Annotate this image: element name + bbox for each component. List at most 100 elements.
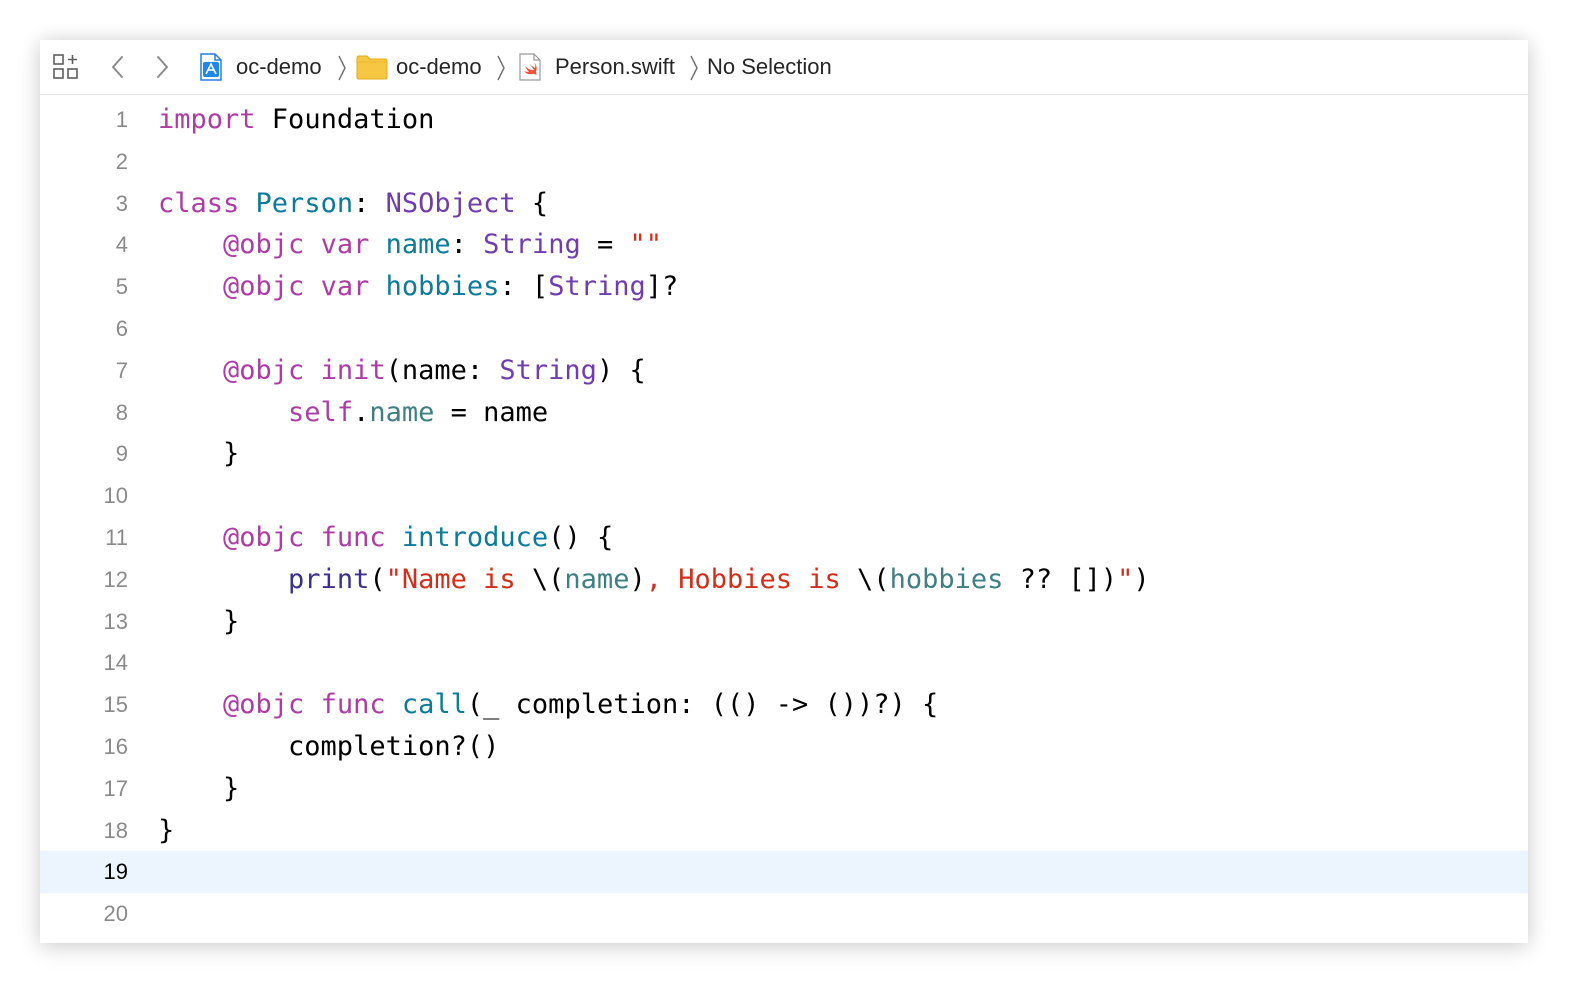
- breadcrumb-separator-icon: [495, 54, 507, 87]
- code-line[interactable]: 14: [40, 642, 1528, 684]
- code-line[interactable]: 10: [40, 475, 1528, 517]
- code-line[interactable]: 20: [40, 893, 1528, 935]
- code-line[interactable]: 15 @objc func call(_ completion: (() -> …: [40, 684, 1528, 726]
- code-text: }: [158, 601, 239, 643]
- code-token: (: [369, 563, 386, 595]
- breadcrumb-symbol[interactable]: No Selection: [707, 40, 832, 94]
- code-token: \(: [857, 563, 890, 595]
- code-token: }: [158, 605, 240, 637]
- code-token: call: [401, 689, 467, 721]
- code-token: (_ completion: (() -> ())?) {: [466, 689, 939, 721]
- code-token: ]?: [645, 271, 679, 303]
- code-token: name: [369, 396, 435, 428]
- code-token: init: [320, 354, 386, 386]
- code-token: =: [580, 229, 630, 261]
- code-text: @objc func call(_ completion: (() -> ())…: [158, 684, 938, 726]
- line-number: 6: [115, 316, 128, 341]
- jump-bar: oc-demo oc-demo Person.swift No Selectio…: [40, 40, 1528, 95]
- code-token: ): [629, 563, 646, 595]
- code-token: String: [499, 354, 597, 386]
- line-number: 3: [115, 190, 128, 216]
- code-line[interactable]: 1 import Foundation: [40, 99, 1528, 141]
- code-token: .: [353, 396, 370, 428]
- code-token: func: [320, 689, 386, 721]
- code-token: :: [450, 229, 484, 261]
- code-token: "": [629, 229, 663, 261]
- code-token: {: [515, 187, 549, 219]
- code-token: Person: [255, 187, 354, 219]
- xcode-project-icon: [200, 53, 222, 81]
- code-text: }: [158, 768, 239, 810]
- code-line[interactable]: 7 @objc init(name: String) {: [40, 350, 1528, 392]
- code-text: @objc init(name: String) {: [158, 350, 646, 392]
- code-text: completion?(): [158, 726, 499, 768]
- code-token: ?? []): [1003, 563, 1118, 595]
- line-number: 4: [115, 232, 128, 258]
- source-editor[interactable]: 1 import Foundation 2 3 class Person: NSObje…: [40, 96, 1528, 943]
- code-token: ": [1117, 563, 1134, 595]
- back-chevron-icon[interactable]: [108, 40, 128, 94]
- code-token: () {: [548, 522, 614, 553]
- line-number: 10: [103, 483, 128, 509]
- code-token: String: [483, 229, 581, 261]
- code-token: var: [320, 271, 370, 303]
- code-line[interactable]: 2: [40, 141, 1528, 183]
- code-line[interactable]: 8 self.name = name: [40, 392, 1528, 434]
- code-line[interactable]: 5 @objc var hobbies: [String]?: [40, 266, 1528, 308]
- code-line[interactable]: 12 print("Name is \(name), Hobbies is \(…: [40, 559, 1528, 601]
- code-token: }: [158, 772, 240, 804]
- code-token: }: [158, 438, 240, 470]
- code-token: func: [320, 522, 386, 553]
- breadcrumb-label: Person.swift: [555, 54, 675, 79]
- code-line[interactable]: 17 }: [40, 768, 1528, 810]
- code-token: @objc: [223, 689, 305, 721]
- code-line[interactable]: 13 }: [40, 601, 1528, 643]
- code-line[interactable]: 16 completion?(): [40, 726, 1528, 768]
- folder-icon: [356, 55, 388, 80]
- related-items-icon[interactable]: [52, 40, 80, 94]
- code-text: }: [158, 810, 174, 852]
- code-line[interactable]: 4 @objc var name: String = "": [40, 224, 1528, 266]
- code-token: class: [158, 187, 240, 219]
- breadcrumb-separator-icon: [336, 54, 348, 87]
- line-number: 18: [103, 817, 128, 843]
- line-number: 13: [103, 608, 128, 634]
- code-text: }: [158, 433, 239, 475]
- code-token: @objc: [223, 354, 305, 386]
- breadcrumb-group[interactable]: oc-demo: [356, 40, 482, 94]
- code-text: @objc var name: String = "": [158, 224, 662, 266]
- forward-chevron-icon[interactable]: [152, 40, 172, 94]
- line-number: 5: [115, 274, 128, 300]
- code-token: NSObject: [385, 187, 516, 219]
- line-number: 19: [103, 859, 128, 885]
- line-number: 7: [115, 357, 128, 383]
- code-line[interactable]: 6: [40, 308, 1528, 350]
- line-number: 11: [105, 525, 128, 550]
- code-line[interactable]: 9 }: [40, 433, 1528, 475]
- code-token: hobbies: [385, 271, 500, 303]
- code-line[interactable]: 3 class Person: NSObject {: [40, 183, 1528, 225]
- breadcrumb-file[interactable]: Person.swift: [517, 40, 675, 94]
- breadcrumb-label: oc-demo: [396, 54, 482, 79]
- code-token: introduce: [401, 522, 549, 553]
- code-text: self.name = name: [158, 392, 548, 434]
- code-token: self: [288, 396, 354, 428]
- code-token: = name: [434, 396, 549, 428]
- code-line[interactable]: 11 @objc func introduce() {: [40, 517, 1528, 559]
- code-line[interactable]: 19: [40, 851, 1528, 894]
- code-line[interactable]: 18}: [40, 810, 1528, 852]
- line-number: 12: [103, 566, 128, 592]
- breadcrumb-label: oc-demo: [236, 54, 322, 79]
- breadcrumb-project[interactable]: oc-demo: [198, 40, 322, 94]
- xcode-editor-window: oc-demo oc-demo Person.swift No Selectio…: [40, 40, 1528, 943]
- code-text: @objc var hobbies: [String]?: [158, 266, 678, 308]
- code-token: ): [1133, 563, 1150, 595]
